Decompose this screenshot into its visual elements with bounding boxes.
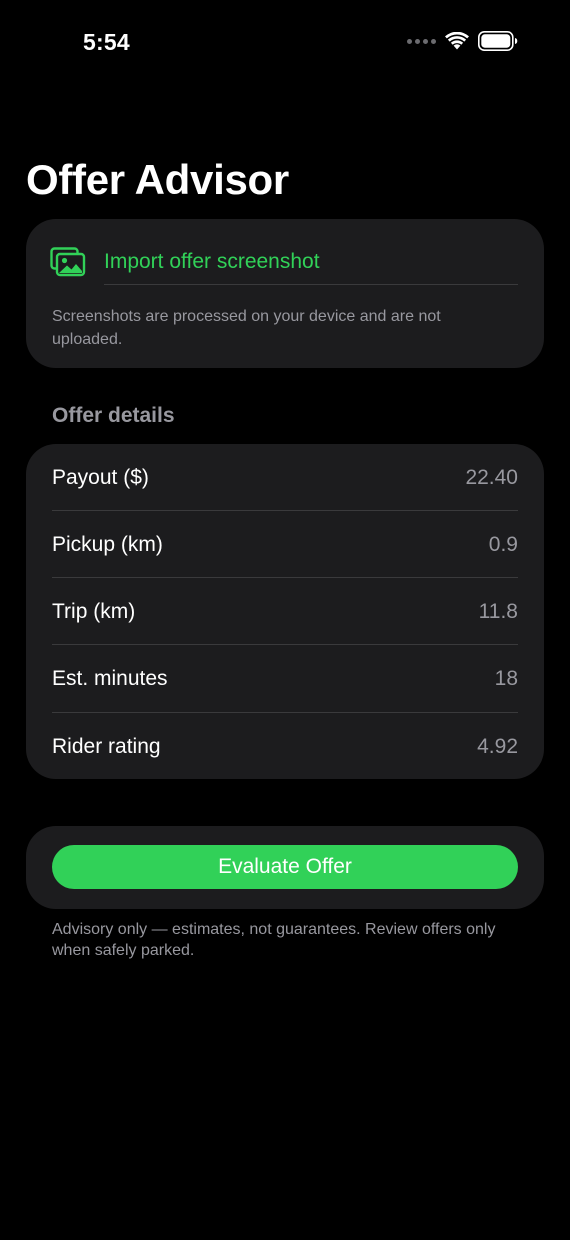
privacy-note: Screenshots are processed on your device… (52, 308, 441, 348)
disclaimer-text: Advisory only — estimates, not guarantee… (52, 921, 496, 959)
status-bar: 5:54 (0, 0, 570, 86)
import-label: Import offer screenshot (104, 250, 320, 273)
detail-row-pickup[interactable]: Pickup (km) 0.9 (52, 511, 518, 578)
battery-icon (478, 31, 518, 51)
page-title: Offer Advisor (26, 156, 289, 203)
detail-label: Rider rating (52, 734, 161, 758)
payout-value-field[interactable]: 22.40 (465, 466, 518, 490)
detail-label: Payout ($) (52, 465, 149, 489)
evaluate-card: Evaluate Offer (26, 826, 544, 909)
minutes-value-field[interactable]: 18 (495, 667, 518, 691)
import-card: Import offer screenshot Screenshots are … (26, 219, 544, 368)
divider (104, 284, 518, 285)
detail-label: Trip (km) (52, 599, 136, 623)
offer-details-card: Payout ($) 22.40 Pickup (km) 0.9 Trip (k… (26, 444, 544, 779)
wifi-icon (445, 32, 469, 50)
detail-label: Est. minutes (52, 666, 168, 690)
detail-row-trip[interactable]: Trip (km) 11.8 (52, 578, 518, 645)
detail-row-rider-rating[interactable]: Rider rating 4.92 (52, 713, 518, 780)
rating-value-field[interactable]: 4.92 (477, 735, 518, 759)
detail-row-est-minutes[interactable]: Est. minutes 18 (52, 645, 518, 712)
trip-value-field[interactable]: 11.8 (479, 600, 518, 624)
status-indicators (407, 31, 518, 51)
pickup-value-field[interactable]: 0.9 (489, 533, 518, 557)
detail-label: Pickup (km) (52, 532, 163, 556)
import-screenshot-button[interactable]: Import offer screenshot (50, 237, 518, 287)
section-header-offer-details: Offer details (52, 404, 175, 427)
cellular-signal-icon (407, 38, 436, 44)
evaluate-offer-button[interactable]: Evaluate Offer (52, 845, 518, 889)
detail-row-payout[interactable]: Payout ($) 22.40 (52, 444, 518, 511)
status-time: 5:54 (83, 29, 130, 55)
photo-stack-icon (50, 247, 86, 277)
